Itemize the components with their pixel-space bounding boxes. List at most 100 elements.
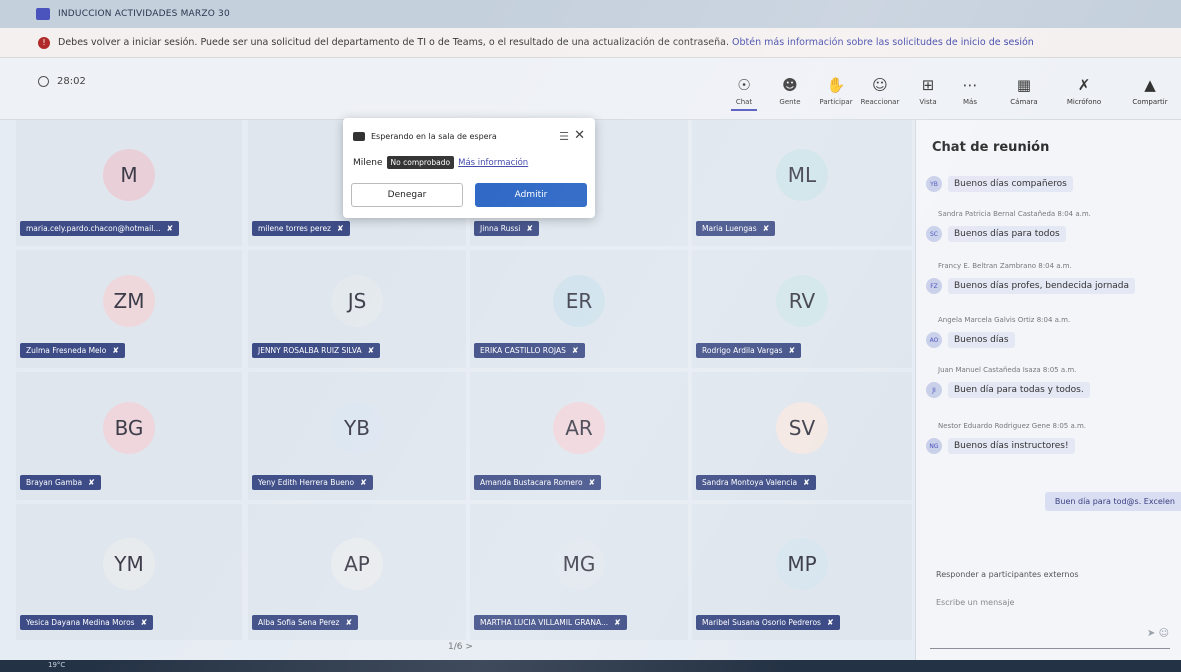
chat-icon: ☉: [737, 76, 751, 94]
close-icon[interactable]: ✕: [574, 128, 585, 143]
people-button[interactable]: ☻ Gente: [768, 76, 812, 106]
chat-button[interactable]: ☉ Chat: [722, 76, 766, 111]
grid-icon: ⊞: [921, 76, 935, 94]
compose-input[interactable]: Escribe un mensaje: [936, 598, 1014, 607]
share-button[interactable]: ▲ Compartir: [1128, 76, 1172, 106]
view-button[interactable]: ⊞ Vista: [906, 76, 950, 106]
mic-off-icon: ✘: [367, 346, 375, 355]
title-bar: INDUCCION ACTIVIDADES MARZO 30: [0, 0, 1181, 28]
participant-name: Amanda Bustacara Romero ✘: [474, 475, 602, 490]
taskbar: 19°C: [0, 660, 1181, 672]
banner-link[interactable]: Obtén más información sobre las solicitu…: [732, 37, 1034, 48]
compose-underline: [930, 648, 1170, 649]
send-icon[interactable]: ➤ ☺: [1147, 628, 1169, 639]
participant-tile[interactable]: YM Yesica Dayana Medina Moros ✘: [16, 504, 242, 640]
participant-tile[interactable]: ER ERIKA CASTILLO ROJAS ✘: [470, 250, 688, 368]
admit-button[interactable]: Admitir: [475, 183, 587, 207]
participant-name: Sandra Montoya Valencia ✘: [696, 475, 816, 490]
mic-off-icon: ✘: [166, 224, 174, 233]
chat-sender: Juan Manuel Castañeda Isaza 8:05 a.m.: [938, 366, 1077, 374]
participant-tile[interactable]: BG Brayan Gamba ✘: [16, 372, 242, 500]
participant-name: ERIKA CASTILLO ROJAS ✘: [474, 343, 585, 358]
participant-name: Yeny Edith Herrera Bueno ✘: [252, 475, 373, 490]
signin-banner: ! Debes volver a iniciar sesión. Puede s…: [0, 28, 1181, 58]
camera-off-icon: ▦: [1016, 76, 1032, 94]
mic-off-icon: ✘: [803, 478, 810, 487]
meeting-chat-panel: Chat de reunión Buen día para tod@s. Exc…: [915, 120, 1181, 660]
camera-button[interactable]: ▦ Cámara: [1002, 76, 1046, 106]
participant-tile[interactable]: RV Rodrigo Ardila Vargas ✘: [692, 250, 912, 368]
chat-avatar: SC: [926, 226, 942, 242]
ellipsis-icon: ⋯: [962, 76, 978, 94]
chat-avatar: NG: [926, 438, 942, 454]
participant-tile[interactable]: SV Sandra Montoya Valencia ✘: [692, 372, 912, 500]
participant-tile[interactable]: MP Maribel Susana Osorio Pedreros ✘: [692, 504, 912, 640]
weather-label: 19°C: [48, 661, 66, 669]
participant-tile[interactable]: AR Amanda Bustacara Romero ✘: [470, 372, 688, 500]
mic-off-icon: ✘: [360, 478, 367, 487]
more-button[interactable]: ⋯ Más: [948, 76, 992, 106]
mic-button[interactable]: ✗ Micrófono: [1062, 76, 1106, 106]
participant-name: Maria Luengas ✘: [696, 221, 776, 236]
lobby-header: Esperando en la sala de espera: [353, 132, 497, 141]
pin-icon[interactable]: ☰: [559, 130, 569, 143]
participant-name: maria.cely.pardo.chacon@hotmail... ✘: [20, 221, 180, 236]
page-indicator[interactable]: 1/6 >: [448, 642, 473, 652]
participant-tile[interactable]: Mmaria.cely.pardo.chacon@hotmail... ✘: [16, 120, 242, 246]
chat-title: Chat de reunión: [932, 140, 1050, 155]
mic-off-icon: ✘: [788, 346, 796, 355]
more-info-link[interactable]: Más información: [458, 158, 528, 168]
chat-message: SC Buenos días para todos: [926, 226, 1066, 242]
participant-name: Jinna Russi ✘: [474, 221, 540, 236]
people-icon: [353, 132, 365, 141]
chat-message: FZ Buenos días profes, bendecida jornada: [926, 278, 1136, 294]
participant-tile[interactable]: YB Yeny Edith Herrera Bueno ✘: [248, 372, 466, 500]
avatar: ZM: [103, 275, 155, 327]
chat-message: NG Buenos días instructores!: [926, 438, 1075, 454]
raise-hand-button[interactable]: ✋ Participar: [814, 76, 858, 106]
participant-tile[interactable]: ZM Zulma Fresneda Melo ✘: [16, 250, 242, 368]
banner-text: Debes volver a iniciar sesión. Puede ser…: [58, 37, 1034, 48]
participant-tile[interactable]: JS JENNY ROSALBA RUIZ SILVA ✘: [248, 250, 466, 368]
chat-text: Buen día para todas y todos.: [948, 382, 1090, 398]
participant-tile[interactable]: MG MARTHA LUCIA VILLAMIL GRANA... ✘: [470, 504, 688, 640]
mic-off-icon: ✘: [112, 346, 120, 355]
mic-off-icon: ✘: [526, 224, 534, 233]
chat-text: Buenos días profes, bendecida jornada: [948, 278, 1136, 294]
reply-external-label: Responder a participantes externos: [936, 570, 1079, 579]
participant-name: Rodrigo Ardila Vargas ✘: [696, 343, 802, 358]
mic-off-icon: ✘: [571, 346, 579, 355]
avatar: AR: [553, 402, 605, 454]
teams-meeting-window: INDUCCION ACTIVIDADES MARZO 30 ! Debes v…: [0, 0, 1181, 672]
unverified-badge: No comprobado: [386, 156, 455, 169]
participant-name: MARTHA LUCIA VILLAMIL GRANA... ✘: [474, 615, 627, 630]
teams-icon: [36, 8, 50, 20]
mic-off-icon: ✘: [826, 618, 834, 627]
chat-avatar: AO: [926, 332, 942, 348]
chat-message: YB Buenos días compañeros: [926, 176, 1073, 192]
chat-avatar: YB: [926, 176, 942, 192]
participant-tile[interactable]: AP Alba Sofia Sena Perez ✘: [248, 504, 466, 640]
chat-avatar: JI: [926, 382, 942, 398]
participant-name: JENNY ROSALBA RUIZ SILVA ✘: [252, 343, 381, 358]
avatar: ML: [776, 149, 828, 201]
participant-name: Alba Sofia Sena Perez ✘: [252, 615, 359, 630]
participant-name: Maribel Susana Osorio Pedreros ✘: [696, 615, 840, 630]
avatar: YB: [331, 402, 383, 454]
mic-off-icon: ✘: [614, 618, 621, 627]
mic-off-icon: ✘: [140, 618, 148, 627]
window-title: INDUCCION ACTIVIDADES MARZO 30: [58, 9, 230, 19]
avatar: ER: [553, 275, 605, 327]
react-button[interactable]: ☺ Reaccionar: [858, 76, 902, 106]
lobby-person: Milene No comprobado Más información: [353, 156, 529, 169]
mic-off-icon: ✘: [337, 224, 344, 233]
meeting-toolbar: 28:02 ☉ Chat ☻ Gente ✋ Participar ☺ Reac…: [0, 58, 1181, 120]
deny-button[interactable]: Denegar: [351, 183, 463, 207]
participant-tile[interactable]: ML Maria Luengas ✘: [692, 120, 912, 246]
chat-sender: Angela Marcela Galvis Ortiz 8:04 a.m.: [938, 316, 1071, 324]
chat-text: Buenos días instructores!: [948, 438, 1075, 454]
participant-name: Zulma Fresneda Melo ✘: [20, 343, 126, 358]
chat-sender: Sandra Patricia Bernal Castañeda 8:04 a.…: [938, 210, 1091, 218]
share-icon: ▲: [1144, 76, 1156, 94]
chat-text: Buenos días compañeros: [948, 176, 1073, 192]
